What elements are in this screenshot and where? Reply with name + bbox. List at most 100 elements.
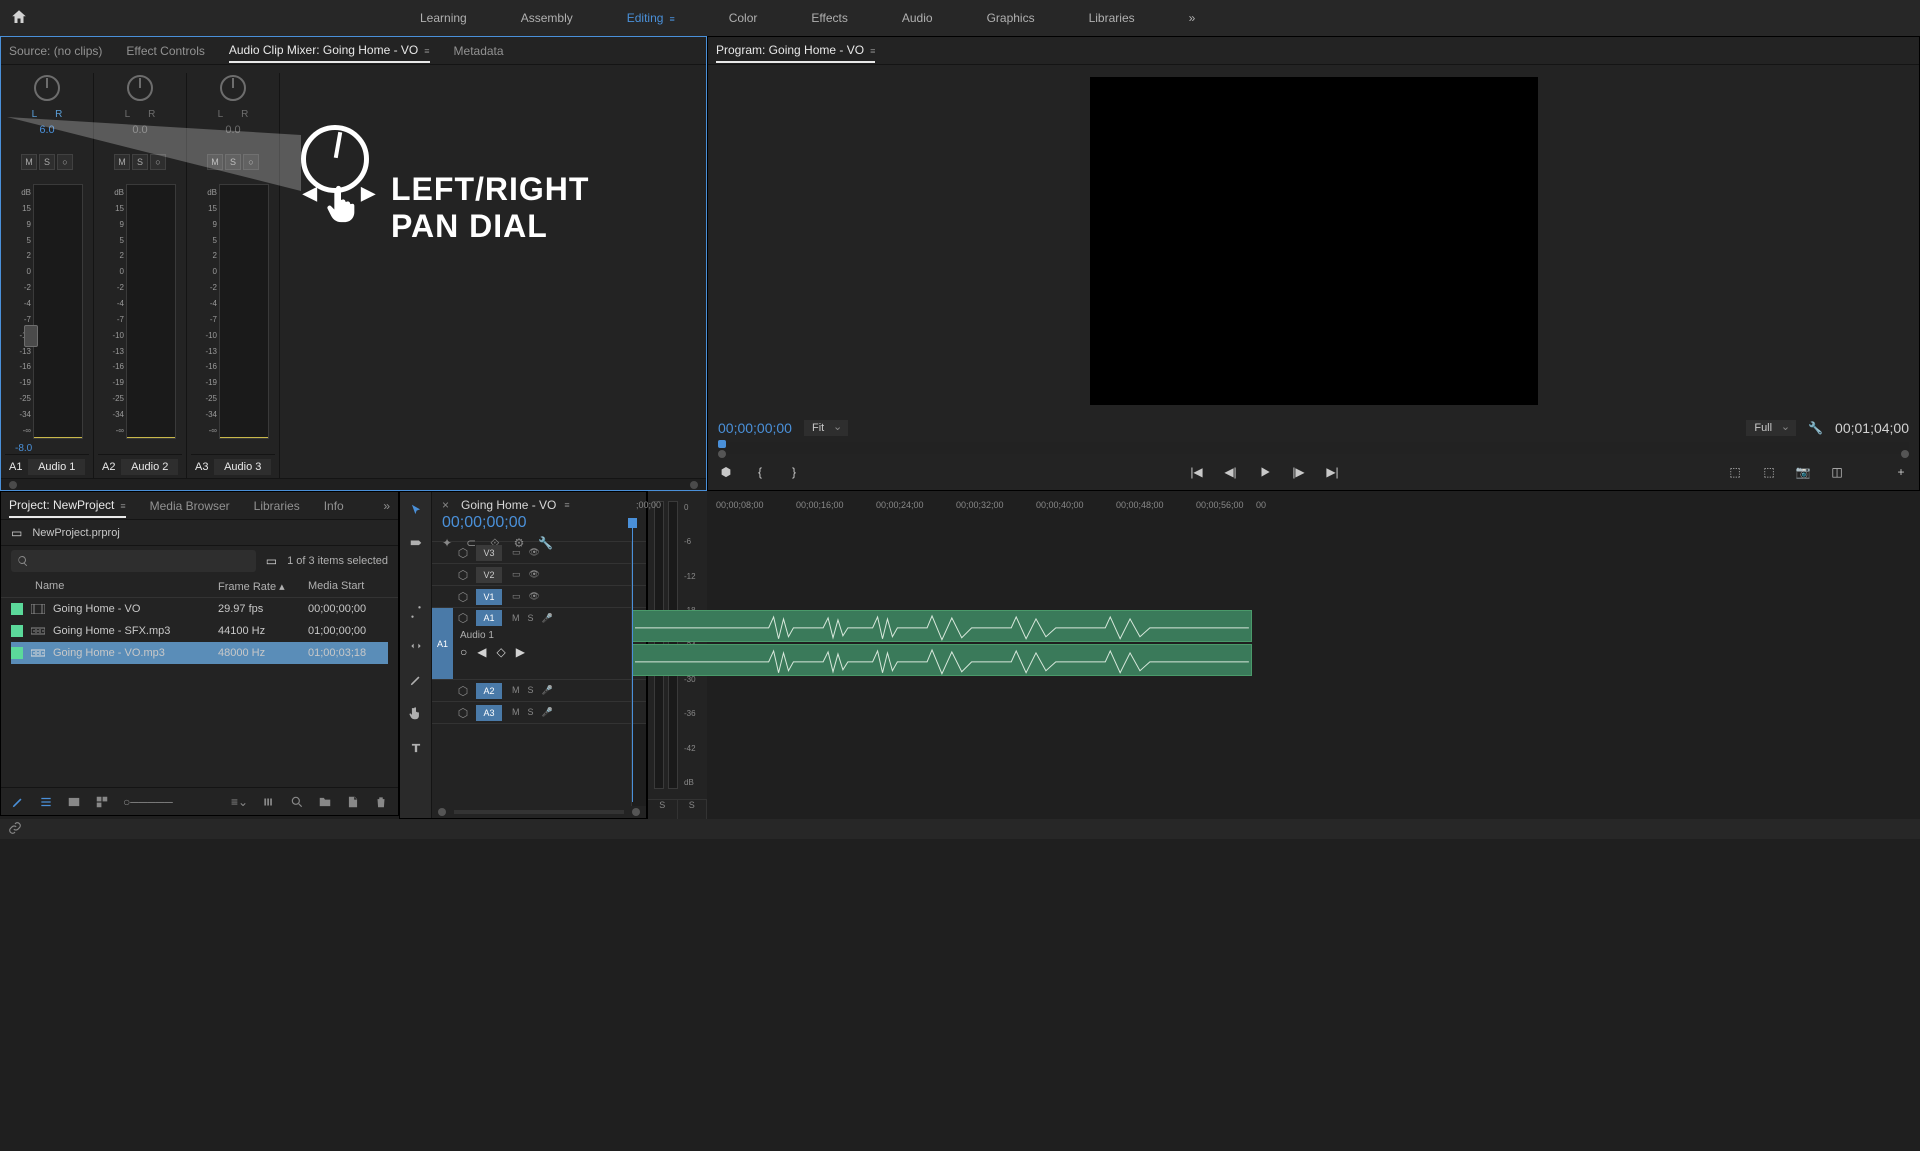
tab-audio-clip-mixer[interactable]: Audio Clip Mixer: Going Home - VO≡ [229,39,430,63]
tab-source[interactable]: Source: (no clips) [9,40,102,62]
new-bin-icon[interactable] [318,795,332,809]
playhead[interactable] [632,522,633,802]
storyboard-icon[interactable]: ▭ [266,554,277,568]
lock-icon[interactable]: ⬡ [454,684,472,698]
record-button-a3[interactable]: ○ [243,154,259,170]
workspace-color[interactable]: Color [717,3,770,33]
prev-keyframe-icon[interactable]: ◀ [477,645,486,659]
label-swatch[interactable] [11,625,23,637]
record-button-a2[interactable]: ○ [150,154,166,170]
scrubber-playhead[interactable] [718,440,726,448]
col-frame-rate[interactable]: Frame Rate ▴ [218,580,308,593]
pan-value-a2[interactable]: 0.0 [132,124,147,136]
channel-name-a1[interactable]: Audio 1 [28,459,85,475]
step-forward-icon[interactable]: |▶ [1291,464,1307,480]
resolution-select[interactable]: Full [1746,420,1796,436]
export-frame-icon[interactable]: 📷 [1795,464,1811,480]
fader-handle-a1[interactable] [24,325,38,347]
mark-out-icon[interactable]: } [786,464,802,480]
workspace-assembly[interactable]: Assembly [509,3,585,33]
solo-button-a3[interactable]: S [225,154,241,170]
timeline-zoom-scrollbar[interactable] [432,806,646,818]
pan-dial-a3[interactable] [220,75,246,101]
toggle-output-icon[interactable]: ▭ [512,547,521,558]
step-back-icon[interactable]: ◀| [1223,464,1239,480]
volume-readout-a1[interactable]: -8.0 [5,439,32,454]
scrubber-in[interactable] [718,450,726,458]
solo-icon[interactable]: S [528,685,534,696]
tab-effect-controls[interactable]: Effect Controls [126,40,204,62]
find-icon[interactable] [290,795,304,809]
solo-left[interactable]: S [648,800,678,819]
next-keyframe-icon[interactable]: ▶ [516,645,525,659]
mute-icon[interactable]: M [512,613,520,624]
mute-button-a2[interactable]: M [114,154,130,170]
track-label-v3[interactable]: V3 [476,545,502,561]
razor-tool-icon[interactable] [406,602,426,622]
sort-icon[interactable]: ≡⌄ [231,795,248,809]
new-item-icon[interactable] [346,795,360,809]
comparison-view-icon[interactable]: ◫ [1829,464,1845,480]
workspace-learning[interactable]: Learning [408,3,479,33]
go-to-in-icon[interactable]: |◀ [1189,464,1205,480]
audio-clip[interactable] [632,610,1252,642]
link-icon[interactable] [8,821,22,838]
mute-button-a1[interactable]: M [21,154,37,170]
workspace-graphics[interactable]: Graphics [975,3,1047,33]
audio-clip[interactable] [632,644,1252,676]
record-button-a1[interactable]: ○ [57,154,73,170]
tab-media-browser[interactable]: Media Browser [150,495,230,517]
col-name[interactable]: Name [11,580,218,593]
eye-icon[interactable]: 👁 [529,547,540,558]
pen-tool-icon[interactable] [406,670,426,690]
pan-value-a1[interactable]: 6.0 [39,124,54,136]
workspace-libraries[interactable]: Libraries [1077,3,1147,33]
channel-name-a2[interactable]: Audio 2 [121,459,178,475]
go-to-out-icon[interactable]: ▶| [1325,464,1341,480]
track-header-a2[interactable]: ⬡ A2 MS🎤 [432,680,631,702]
play-icon[interactable] [1257,464,1273,480]
mute-button-a3[interactable]: M [207,154,223,170]
pen-tool-icon[interactable] [11,795,25,809]
track-select-tool-icon[interactable] [406,534,426,554]
type-tool-icon[interactable] [406,738,426,758]
solo-right[interactable]: S [678,800,708,819]
solo-icon[interactable]: S [528,707,534,718]
tab-info[interactable]: Info [324,495,344,517]
icon-view-icon[interactable] [67,795,81,809]
fader-track-a2[interactable] [126,184,176,439]
eye-icon[interactable]: 👁 [529,591,540,602]
bin-icon[interactable]: ▭ [11,526,22,540]
extract-icon[interactable]: ⬚ [1761,464,1777,480]
solo-icon[interactable]: S [528,613,534,624]
mute-icon[interactable]: M [512,707,520,718]
track-header-a1[interactable]: A1 ⬡ A1 MS🎤 Audio 1 [432,608,631,680]
pan-dial-a2[interactable] [127,75,153,101]
tab-project[interactable]: Project: NewProject≡ [9,494,126,518]
hand-tool-icon[interactable] [406,704,426,724]
lock-icon[interactable]: ⬡ [454,706,472,720]
tab-metadata[interactable]: Metadata [454,40,504,62]
zoom-fit-select[interactable]: Fit [804,420,848,436]
eye-icon[interactable]: 👁 [529,569,540,580]
voice-over-icon[interactable]: 🎤 [542,707,553,718]
playhead-handle[interactable] [628,518,637,528]
pan-value-a3[interactable]: 0.0 [225,124,240,136]
list-view-icon[interactable] [39,795,53,809]
track-header-v3[interactable]: ⬡ V3 ▭ 👁 [432,542,631,564]
project-item[interactable]: Going Home - VO 29.97 fps 00;00;00;00 [11,598,388,620]
voice-over-icon[interactable]: 🎤 [542,685,553,696]
lock-icon[interactable]: ⬡ [454,546,472,560]
fader-track-a1[interactable] [33,184,83,439]
track-label-a1[interactable]: A1 [476,610,502,626]
label-swatch[interactable] [11,647,23,659]
workspace-overflow-icon[interactable]: » [1177,3,1208,33]
mixer-scrollbar[interactable] [1,478,706,490]
scrubber-out[interactable] [1901,450,1909,458]
track-label-v2[interactable]: V2 [476,567,502,583]
selection-tool-icon[interactable] [406,500,426,520]
mark-in-icon[interactable]: { [752,464,768,480]
solo-button-a2[interactable]: S [132,154,148,170]
slip-tool-icon[interactable] [406,636,426,656]
zoom-slider[interactable]: ○───── [123,795,173,809]
